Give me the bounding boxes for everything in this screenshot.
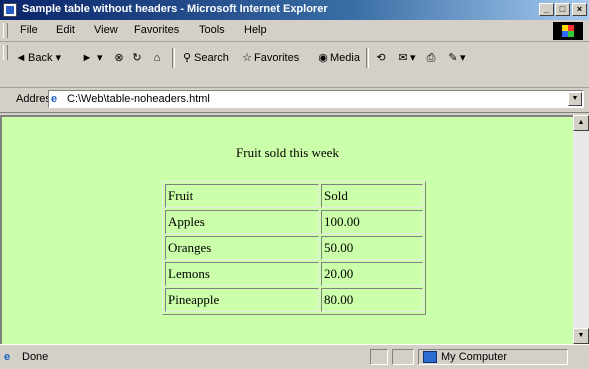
forward-button[interactable]: ► ▾	[80, 48, 103, 68]
windows-logo-throbber	[553, 22, 583, 40]
menu-favorites[interactable]: Favorites	[130, 24, 183, 36]
table-cell: Pineapple	[165, 288, 319, 312]
search-button[interactable]: ⚲ Search	[180, 48, 229, 68]
edit-button[interactable]: ✎ ▾	[446, 48, 465, 68]
table-cell: Apples	[165, 210, 319, 234]
window-title: Sample table without headers - Microsoft…	[22, 3, 328, 15]
menu-file[interactable]: File	[16, 24, 42, 36]
status-bar: e Done My Computer	[0, 344, 589, 369]
back-arrow-icon: ◄	[15, 52, 27, 64]
table-caption: Fruit sold this week	[236, 145, 339, 160]
title-bar: Sample table without headers - Microsoft…	[0, 0, 589, 20]
status-text: Done	[22, 351, 49, 363]
table-cell: Sold	[321, 184, 423, 208]
media-icon: ◉	[318, 52, 328, 64]
home-icon: ⌂	[153, 52, 161, 64]
refresh-button[interactable]: ↻	[130, 48, 144, 68]
mail-button[interactable]: ✉ ▾	[396, 48, 415, 68]
ie-app-icon[interactable]	[3, 3, 17, 17]
page-content: Fruit sold this week Fruit Sold Apples 1…	[0, 115, 573, 344]
edit-icon: ✎	[448, 52, 458, 64]
standard-toolbar: ◄ Back ▾ ► ▾ ⊗ ↻ ⌂ ⚲ Search ☆ Favorites ◉ Me…	[0, 42, 589, 88]
favorites-label: Favorites	[254, 52, 300, 64]
page-icon: e	[51, 93, 58, 105]
home-button[interactable]: ⌂	[150, 48, 164, 68]
table-row: Oranges 50.00	[165, 236, 423, 260]
forward-arrow-icon: ►	[81, 52, 93, 64]
table-cell: 80.00	[321, 288, 423, 312]
fruit-table: Fruit Sold Apples 100.00 Oranges 50.00 L…	[162, 181, 426, 315]
status-panel	[370, 349, 388, 365]
table-cell: Lemons	[165, 262, 319, 286]
search-icon: ⚲	[182, 52, 192, 64]
favorites-button[interactable]: ☆ Favorites	[240, 48, 299, 68]
menu-bar: File Edit View Favorites Tools Help	[0, 20, 589, 42]
scroll-up-button[interactable]: ▲	[573, 115, 589, 131]
status-panel	[392, 349, 414, 365]
address-input[interactable]: e C:\Web\table-noheaders.html ▼	[48, 90, 584, 108]
refresh-icon: ↻	[132, 52, 142, 64]
table-row: Fruit Sold	[165, 184, 423, 208]
print-button[interactable]: ⎙	[424, 48, 438, 68]
toolbar-grip	[3, 45, 8, 60]
printer-icon: ⎙	[426, 52, 436, 64]
menu-grip	[3, 23, 8, 38]
history-icon: ⟲	[376, 52, 386, 64]
stop-icon: ⊗	[114, 52, 124, 64]
search-label: Search	[194, 52, 229, 64]
table-cell: 100.00	[321, 210, 423, 234]
back-button[interactable]: ◄ Back ▾	[14, 48, 62, 68]
media-button[interactable]: ◉ Media	[316, 48, 360, 68]
menu-view[interactable]: View	[90, 24, 122, 36]
mail-icon: ✉	[398, 52, 408, 64]
table-cell: Fruit	[165, 184, 319, 208]
toolbar-separator	[172, 48, 175, 68]
menu-help[interactable]: Help	[240, 24, 271, 36]
address-bar: Address e C:\Web\table-noheaders.html ▼	[0, 87, 589, 113]
close-button[interactable]: ×	[572, 3, 587, 16]
security-zone-panel: My Computer	[418, 349, 568, 365]
maximize-button[interactable]: □	[555, 3, 570, 16]
stop-button[interactable]: ⊗	[112, 48, 126, 68]
table-row: Lemons 20.00	[165, 262, 423, 286]
table-cell: 50.00	[321, 236, 423, 260]
scroll-down-button[interactable]: ▼	[573, 328, 589, 344]
minimize-button[interactable]: _	[539, 3, 554, 16]
history-button[interactable]: ⟲	[374, 48, 388, 68]
zone-text: My Computer	[441, 351, 508, 363]
computer-icon	[423, 351, 437, 363]
back-label: Back	[28, 52, 53, 64]
vertical-scrollbar[interactable]: ▲ ▼	[573, 115, 589, 344]
menu-tools[interactable]: Tools	[195, 24, 229, 36]
table-row: Apples 100.00	[165, 210, 423, 234]
table-cell: Oranges	[165, 236, 319, 260]
menu-edit[interactable]: Edit	[52, 24, 79, 36]
media-label: Media	[330, 52, 360, 64]
table-cell: 20.00	[321, 262, 423, 286]
star-icon: ☆	[242, 52, 252, 64]
table-row: Pineapple 80.00	[165, 288, 423, 312]
address-url[interactable]: C:\Web\table-noheaders.html	[67, 93, 210, 105]
toolbar-separator	[366, 48, 369, 68]
address-dropdown-button[interactable]: ▼	[568, 92, 582, 106]
page-done-icon: e	[4, 351, 11, 363]
